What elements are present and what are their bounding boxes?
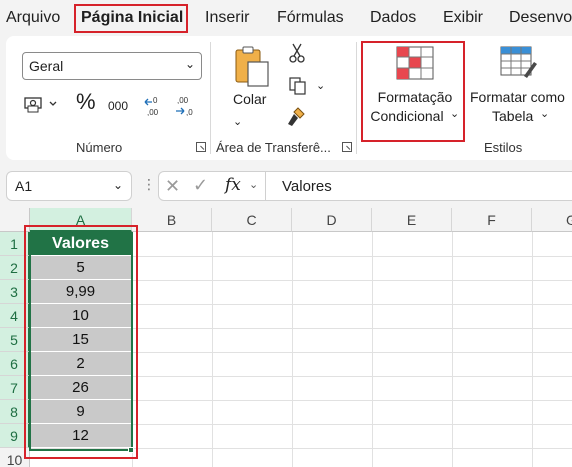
dialog-launcher-icon[interactable] bbox=[196, 142, 206, 152]
row-header[interactable]: 8 bbox=[0, 400, 30, 424]
svg-text:,00: ,00 bbox=[177, 96, 189, 105]
column-header[interactable]: G bbox=[532, 208, 572, 232]
number-format-select[interactable]: Geral ⌄ bbox=[22, 52, 202, 80]
gridline bbox=[292, 232, 293, 467]
svg-text:,0: ,0 bbox=[186, 108, 193, 117]
ribbon-separator bbox=[356, 42, 357, 154]
svg-text:,00: ,00 bbox=[147, 108, 159, 117]
chevron-down-icon[interactable]: ⌄ bbox=[249, 178, 258, 191]
increase-decimal-icon[interactable]: ,00 ,0 bbox=[173, 94, 199, 123]
conditional-formatting-line2[interactable]: Condicional bbox=[366, 106, 448, 126]
decrease-decimal-icon[interactable]: 0 ,00 bbox=[143, 94, 169, 123]
svg-text:0: 0 bbox=[153, 96, 158, 105]
insert-function-icon[interactable]: fx bbox=[225, 175, 241, 195]
gridline bbox=[212, 232, 213, 467]
enter-icon[interactable]: ✓ bbox=[193, 175, 208, 196]
format-painter-icon[interactable] bbox=[286, 106, 308, 133]
chevron-down-icon[interactable]: ⌄ bbox=[316, 76, 325, 96]
cell-a5[interactable]: 15 bbox=[30, 328, 132, 352]
format-as-table-line1[interactable]: Formatar como bbox=[470, 87, 565, 107]
cancel-icon[interactable]: ✕ bbox=[165, 176, 180, 197]
spreadsheet-grid: A B C D E F G 1 2 3 4 5 6 7 8 9 10 Valor… bbox=[0, 208, 572, 467]
format-as-table-line2[interactable]: Tabela bbox=[492, 106, 533, 126]
chevron-down-icon[interactable]: ⌄ bbox=[233, 112, 242, 132]
ribbon-separator bbox=[210, 42, 211, 154]
number-format-value: Geral bbox=[29, 58, 64, 74]
ribbon: Geral ⌄ % 000 0 ,00 ,00 ,0 Número Colar … bbox=[6, 36, 572, 160]
cell-a2[interactable]: 5 bbox=[30, 256, 132, 280]
currency-format-icon[interactable] bbox=[24, 94, 60, 119]
tab-exibir[interactable]: Exibir bbox=[443, 8, 483, 28]
fill-handle[interactable] bbox=[128, 447, 134, 453]
cell-a1-header[interactable]: Valores bbox=[30, 232, 132, 256]
row-header[interactable]: 3 bbox=[0, 280, 30, 304]
group-label-styles: Estilos bbox=[484, 140, 523, 155]
gridline bbox=[30, 448, 572, 449]
column-header[interactable]: E bbox=[372, 208, 452, 232]
gridline bbox=[372, 232, 373, 467]
row-header[interactable]: 6 bbox=[0, 352, 30, 376]
column-header[interactable]: A bbox=[30, 208, 132, 232]
name-box-value: A1 bbox=[15, 178, 33, 194]
chevron-down-icon: ⌄ bbox=[112, 178, 123, 192]
row-header[interactable]: 1 bbox=[0, 232, 30, 256]
cell-a7[interactable]: 26 bbox=[30, 376, 132, 400]
gridline bbox=[532, 232, 533, 467]
name-box[interactable]: A1 ⌄ bbox=[6, 171, 132, 201]
group-label-numero: Número bbox=[76, 140, 123, 155]
formula-tools: ✕ ✓ fx ⌄ bbox=[158, 171, 266, 201]
dialog-launcher-icon[interactable] bbox=[342, 142, 352, 152]
row-header[interactable]: 5 bbox=[0, 328, 30, 352]
row-header[interactable]: 4 bbox=[0, 304, 30, 328]
chevron-down-icon: ⌄ bbox=[184, 57, 195, 71]
conditional-formatting-icon[interactable] bbox=[396, 46, 434, 85]
comma-style-button[interactable]: 000 bbox=[108, 96, 128, 116]
menu-bar: Arquivo Página Inicial Inserir Fórmulas … bbox=[0, 0, 572, 36]
cut-icon[interactable] bbox=[288, 42, 306, 69]
row-header[interactable]: 9 bbox=[0, 424, 30, 448]
column-header[interactable]: B bbox=[132, 208, 212, 232]
row-header[interactable]: 2 bbox=[0, 256, 30, 280]
copy-icon[interactable] bbox=[288, 76, 308, 101]
gridline bbox=[452, 232, 453, 467]
formula-bar: A1 ⌄ ⋮ ✕ ✓ fx ⌄ Valores bbox=[0, 166, 572, 206]
chevron-down-icon[interactable]: ⌄ bbox=[450, 104, 459, 124]
cell-a8[interactable]: 9 bbox=[30, 400, 132, 424]
tab-desenvolvedor[interactable]: Desenvo bbox=[509, 8, 572, 28]
formula-input[interactable]: Valores bbox=[266, 171, 572, 201]
select-all-corner[interactable] bbox=[0, 208, 30, 232]
column-header[interactable]: F bbox=[452, 208, 532, 232]
format-as-table-icon[interactable] bbox=[500, 46, 538, 85]
more-options-icon[interactable]: ⋮ bbox=[142, 176, 156, 193]
conditional-formatting-line1[interactable]: Formatação bbox=[370, 87, 460, 107]
tab-inserir[interactable]: Inserir bbox=[205, 8, 249, 28]
cell-a3[interactable]: 9,99 bbox=[30, 280, 132, 304]
cell-a6[interactable]: 2 bbox=[30, 352, 132, 376]
gridline bbox=[132, 232, 133, 467]
chevron-down-icon[interactable]: ⌄ bbox=[540, 104, 549, 124]
paste-icon[interactable] bbox=[232, 44, 272, 93]
group-label-clipboard: Área de Transferê... bbox=[216, 140, 331, 155]
paste-label[interactable]: Colar bbox=[233, 89, 266, 109]
tab-pagina-inicial[interactable]: Página Inicial bbox=[81, 8, 183, 28]
cell-a9[interactable]: 12 bbox=[30, 424, 132, 448]
cell-a4[interactable]: 10 bbox=[30, 304, 132, 328]
tab-formulas[interactable]: Fórmulas bbox=[277, 8, 344, 28]
formula-input-value: Valores bbox=[282, 178, 332, 195]
row-header[interactable]: 10 bbox=[0, 448, 30, 467]
column-header[interactable]: D bbox=[292, 208, 372, 232]
column-header[interactable]: C bbox=[212, 208, 292, 232]
tab-dados[interactable]: Dados bbox=[370, 8, 416, 28]
percent-style-button[interactable]: % bbox=[76, 91, 96, 113]
row-header[interactable]: 7 bbox=[0, 376, 30, 400]
tab-arquivo[interactable]: Arquivo bbox=[6, 8, 60, 28]
